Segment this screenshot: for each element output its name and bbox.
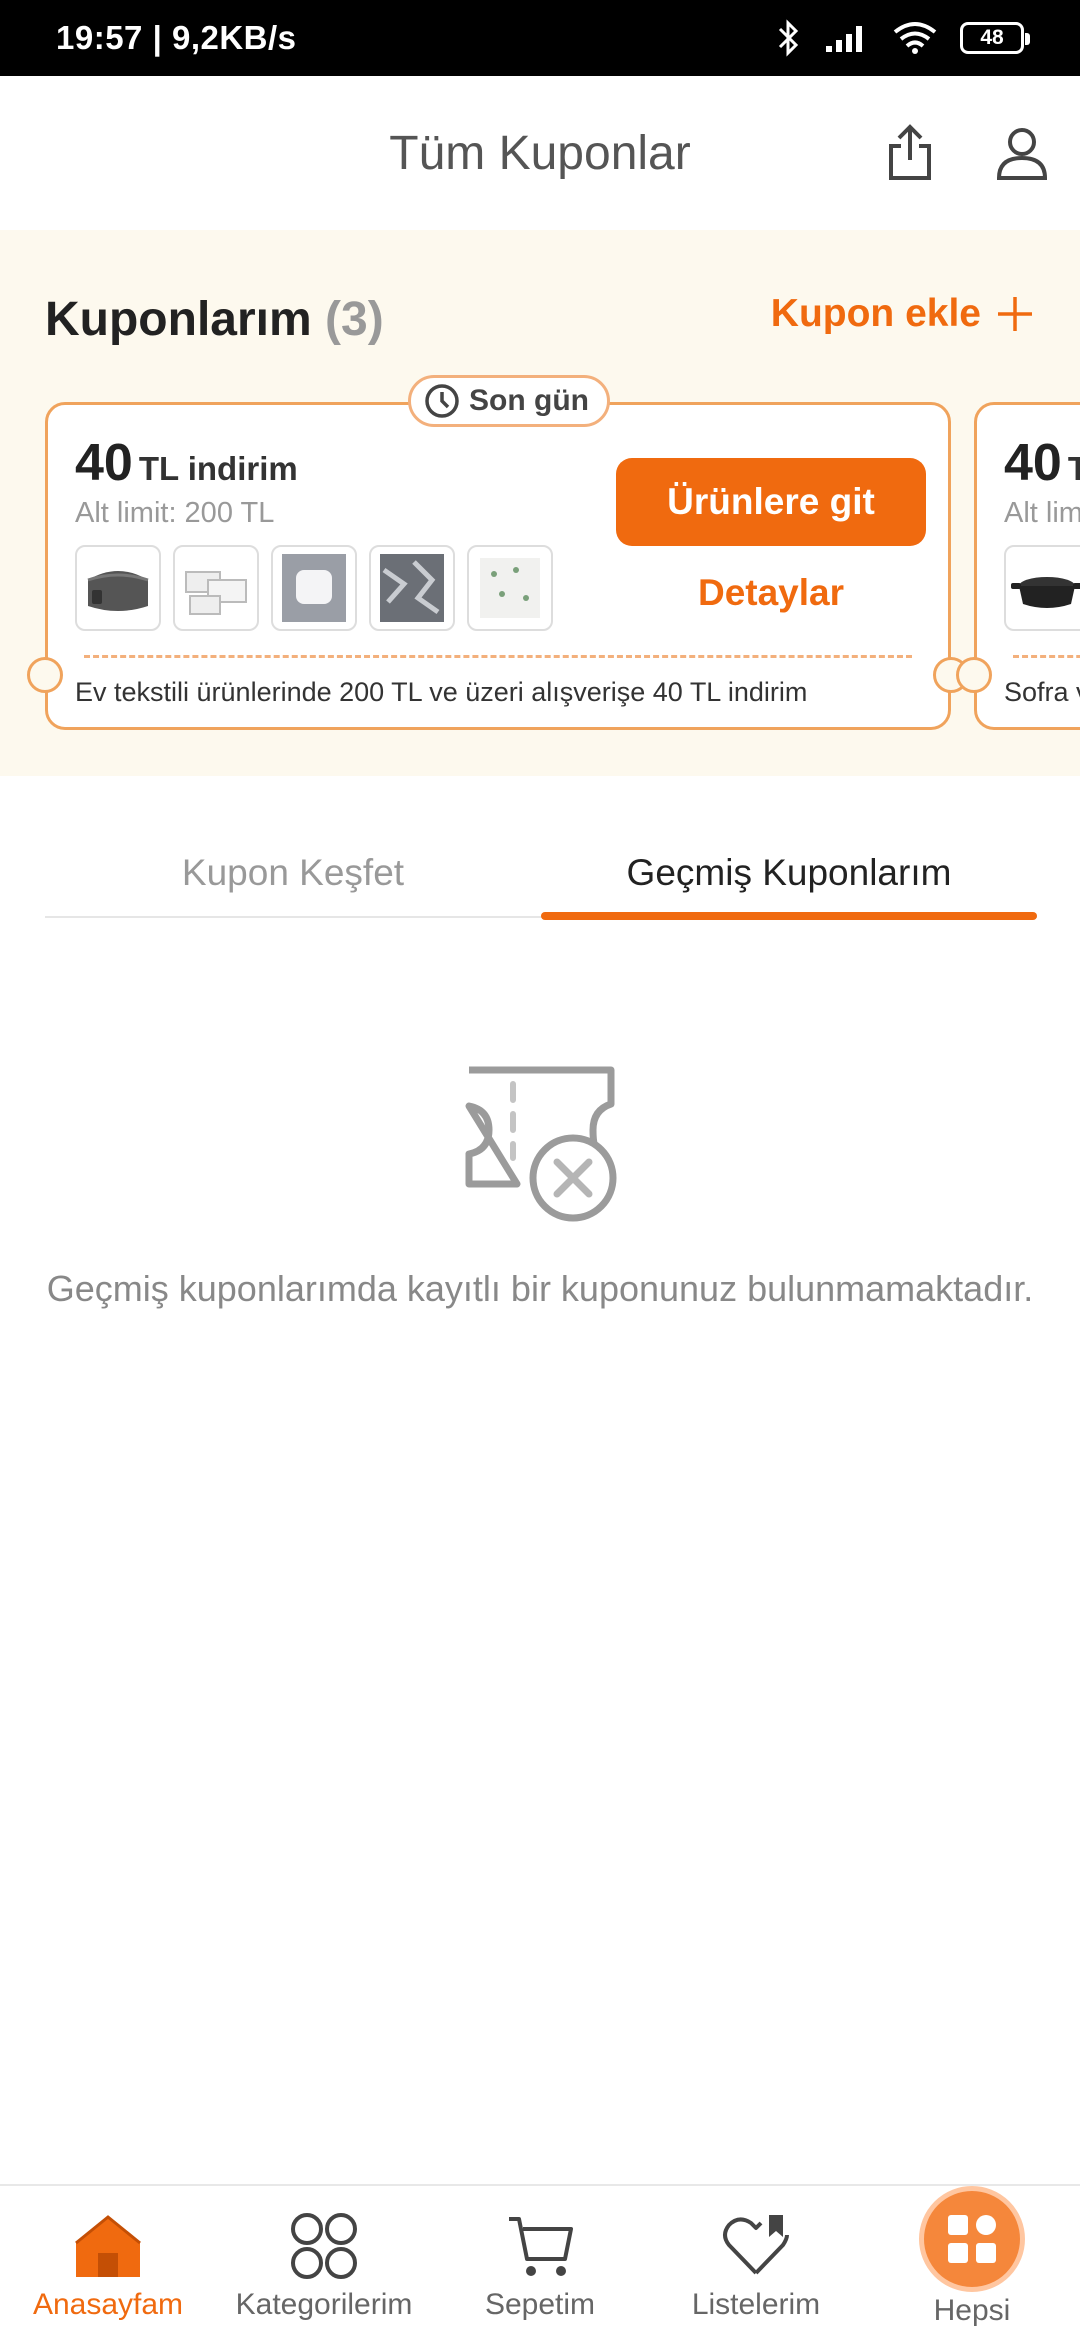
- account-button[interactable]: [990, 121, 1054, 185]
- empty-state-message: Geçmiş kuponlarımda kayıtlı bir kuponunu…: [46, 1268, 1034, 1309]
- nav-home[interactable]: Anasayfam: [0, 2186, 216, 2340]
- app-header: Tüm Kuponlar: [0, 76, 1080, 230]
- min-limit: Alt limit: [1004, 497, 1080, 529]
- product-thumb[interactable]: [271, 545, 357, 631]
- product-thumb[interactable]: [369, 545, 455, 631]
- user-icon: [996, 128, 1048, 180]
- coupon-card[interactable]: Son gün 40 TL indirim Alt limit: 200 TL: [27, 375, 969, 730]
- details-link[interactable]: Detaylar: [616, 565, 926, 621]
- duvet-set-image: [380, 554, 444, 622]
- nav-label: Sepetim: [484, 2288, 596, 2321]
- heart-list-icon: [720, 2210, 792, 2282]
- add-coupon-button[interactable]: Kupon ekle: [771, 292, 1035, 336]
- coupons-count: (3): [325, 293, 384, 346]
- coupon-divider: [1013, 655, 1080, 658]
- nav-label: Hepsi: [933, 2294, 1011, 2327]
- discount-unit: TL indirim: [138, 450, 298, 487]
- bluetooth-icon: [778, 19, 799, 57]
- go-to-products-button[interactable]: Ürünlere git: [616, 458, 926, 546]
- last-day-label: Son gün: [469, 384, 589, 417]
- add-coupon-label: Kupon ekle: [770, 292, 981, 335]
- coupons-heading: Kuponlarım (3): [45, 292, 384, 347]
- nav-label: Listelerim: [691, 2288, 821, 2321]
- discount-unit: TL indirim: [1067, 450, 1080, 487]
- hepsi-icon: [919, 2186, 1025, 2292]
- status-icons: 48: [776, 0, 1030, 76]
- signal-icon: [826, 26, 862, 52]
- coupon-tabs: Kupon Keşfet Geçmiş Kuponlarım: [45, 828, 1037, 920]
- nav-label: Kategorilerim: [235, 2288, 413, 2321]
- battery-icon: 48: [960, 22, 1030, 54]
- tab-discover-coupons[interactable]: Kupon Keşfet: [45, 828, 541, 918]
- my-coupons-section: Kuponlarım (3) Kupon ekle Son gün 40 TL …: [0, 230, 1080, 776]
- product-thumbnails: [1004, 545, 1080, 631]
- last-day-badge: Son gün: [408, 375, 610, 427]
- electric-blanket-image: [87, 571, 149, 611]
- coupon-notch-left: [956, 657, 992, 693]
- share-icon: [889, 124, 931, 180]
- min-limit: Alt limit: 200 TL: [75, 497, 275, 529]
- plus-icon: [998, 297, 1032, 331]
- coupon-description: Ev tekstili ürünlerinde 200 TL ve üzeri …: [75, 677, 808, 707]
- bottom-navigation: Anasayfam Kategorilerim Sepetim Listeler…: [0, 2184, 1080, 2340]
- nav-label: Anasayfam: [32, 2288, 184, 2321]
- categories-icon: [288, 2210, 360, 2282]
- product-thumb[interactable]: [1004, 545, 1080, 631]
- tab-past-coupons[interactable]: Geçmiş Kuponlarım: [541, 828, 1037, 918]
- clock-icon: [425, 384, 459, 418]
- storage-bags-image: [185, 571, 247, 615]
- cookware-pot-image: [1011, 577, 1080, 608]
- coupon-card[interactable]: 40 TL indirim Alt limit Sofra ve mutfak: [956, 402, 1080, 730]
- empty-coupon-icon: [465, 1066, 617, 1222]
- nav-cart[interactable]: Sepetim: [432, 2186, 648, 2340]
- coupons-title-text: Kuponlarım: [45, 293, 312, 346]
- product-thumb[interactable]: [173, 545, 259, 631]
- pillow-image: [282, 554, 346, 622]
- share-button[interactable]: [878, 121, 942, 185]
- nav-lists[interactable]: Listelerim: [648, 2186, 864, 2340]
- cart-icon: [504, 2210, 576, 2282]
- towel-image: [480, 558, 540, 618]
- discount-amount: 40: [75, 434, 133, 492]
- battery-level: 48: [980, 26, 1004, 49]
- coupon-discount: 40 TL indirim: [1004, 433, 1080, 493]
- coupon-notch-left: [27, 657, 63, 693]
- nav-all[interactable]: Hepsi: [864, 2186, 1080, 2340]
- discount-amount: 40: [1004, 434, 1062, 492]
- product-thumbnails: [75, 545, 553, 631]
- coupon-divider: [84, 655, 912, 658]
- product-thumb[interactable]: [75, 545, 161, 631]
- home-icon: [72, 2210, 144, 2282]
- coupon-discount: 40 TL indirim: [75, 433, 298, 493]
- nav-categories[interactable]: Kategorilerim: [216, 2186, 432, 2340]
- status-time-speed: 19:57 | 9,2KB/s: [56, 19, 297, 56]
- product-thumb[interactable]: [467, 545, 553, 631]
- coupon-description: Sofra ve mutfak: [1004, 677, 1080, 707]
- status-bar: 19:57 | 9,2KB/s 48: [0, 0, 1080, 76]
- active-tab-indicator: [541, 912, 1037, 920]
- wifi-icon: [893, 22, 937, 54]
